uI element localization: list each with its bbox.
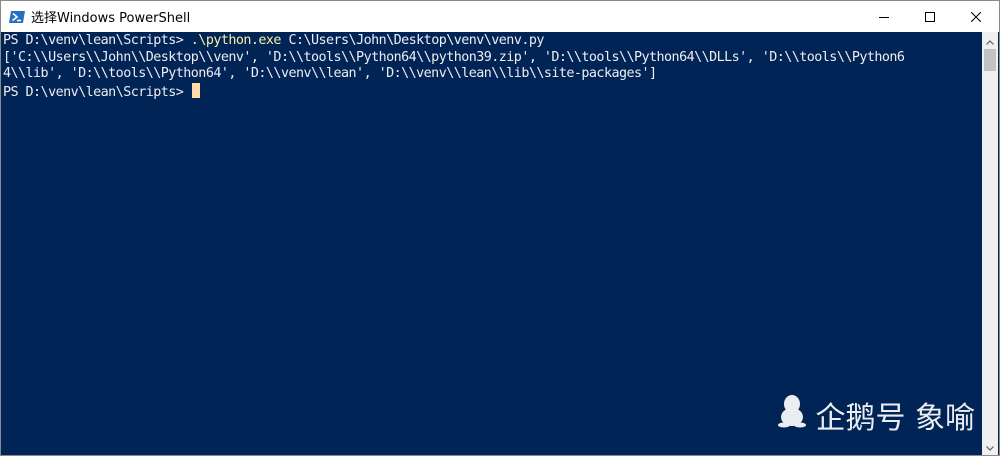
penguin-icon bbox=[777, 394, 815, 436]
command-executable: .\python.exe bbox=[190, 33, 282, 48]
chevron-down-icon bbox=[986, 438, 994, 456]
console-output[interactable]: PS D:\venv\lean\Scripts> .\python.exe C:… bbox=[1, 32, 983, 455]
minimize-button[interactable] bbox=[861, 1, 907, 32]
title-bar[interactable]: 选择Windows PowerShell bbox=[1, 1, 999, 32]
close-button[interactable] bbox=[953, 1, 999, 32]
window-controls bbox=[861, 1, 999, 32]
close-icon bbox=[971, 11, 981, 22]
text-cursor bbox=[191, 82, 200, 98]
watermark-text: 企鹅号 象喻 bbox=[815, 401, 975, 436]
output-line-2: 4\\lib', 'D:\\tools\\Python64', 'D:\\ven… bbox=[3, 66, 657, 81]
output-line-1: ['C:\\Users\\John\\Desktop\\venv', 'D:\\… bbox=[3, 49, 905, 65]
command-arguments: C:\Users\John\Desktop\venv\venv.py bbox=[280, 33, 544, 48]
command-line: PS D:\venv\lean\Scripts> .\python.exe C:… bbox=[3, 33, 983, 50]
minimize-icon bbox=[879, 12, 889, 22]
watermark: 企鹅号 象喻 bbox=[777, 393, 975, 437]
prompt: PS D:\venv\lean\Scripts> bbox=[3, 84, 191, 100]
chevron-up-icon bbox=[986, 32, 994, 50]
powershell-icon bbox=[9, 9, 25, 25]
vertical-scrollbar[interactable] bbox=[982, 32, 998, 455]
maximize-button[interactable] bbox=[907, 1, 953, 32]
scroll-thumb[interactable] bbox=[984, 49, 996, 71]
powershell-window: 选择Windows PowerShell PS D:\venv\lean\Scr… bbox=[0, 0, 1000, 456]
scroll-down-button[interactable] bbox=[982, 438, 998, 455]
window-title: 选择Windows PowerShell bbox=[31, 11, 191, 26]
current-prompt-line[interactable]: PS D:\venv\lean\Scripts> bbox=[3, 82, 983, 100]
maximize-icon bbox=[925, 11, 935, 22]
prompt: PS D:\venv\lean\Scripts> bbox=[3, 33, 191, 48]
scroll-up-button[interactable] bbox=[982, 32, 998, 49]
